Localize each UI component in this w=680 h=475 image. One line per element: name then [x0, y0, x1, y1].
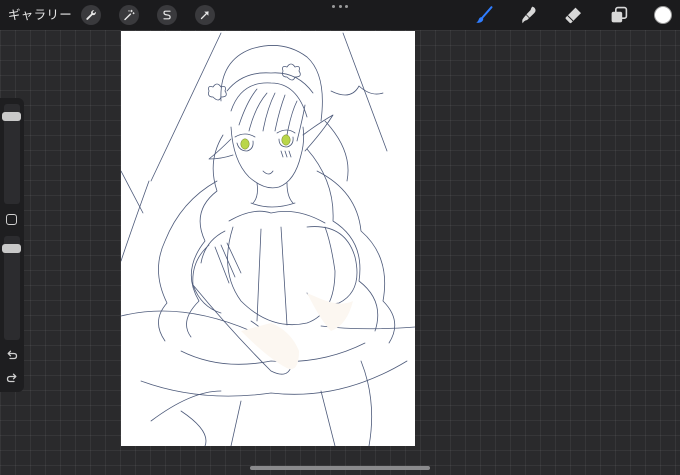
actions-button[interactable]	[81, 5, 101, 25]
dot	[345, 4, 348, 8]
selection-s-icon	[161, 9, 173, 21]
drawing-canvas[interactable]	[121, 31, 415, 446]
transform-button[interactable]	[195, 5, 215, 25]
eraser-tool-button[interactable]	[562, 4, 584, 26]
smudge-tool-button[interactable]	[518, 4, 540, 26]
layers-button[interactable]	[608, 4, 630, 26]
selection-button[interactable]	[157, 5, 177, 25]
layers-icon	[609, 5, 629, 25]
brush-tool-button[interactable]	[473, 4, 495, 26]
sketch-artwork	[121, 32, 415, 446]
wrench-icon	[85, 9, 97, 21]
eraser-icon	[563, 5, 583, 25]
left-sidebar	[0, 98, 24, 392]
gallery-button[interactable]: ギャラリー	[8, 6, 72, 24]
redo-icon	[5, 371, 19, 385]
opacity-handle[interactable]	[2, 244, 21, 253]
home-indicator	[250, 466, 430, 470]
arrow-cursor-icon	[199, 9, 211, 21]
more-options-handle[interactable]	[332, 2, 348, 10]
dot	[332, 4, 335, 8]
redo-button[interactable]	[5, 371, 19, 385]
color-picker-button[interactable]	[654, 6, 672, 24]
undo-icon	[5, 348, 19, 362]
adjustments-button[interactable]	[119, 5, 139, 25]
magic-wand-icon	[123, 9, 135, 21]
top-toolbar: ギャラリー	[0, 0, 680, 30]
brush-icon	[474, 5, 494, 25]
dot	[338, 4, 342, 8]
undo-button[interactable]	[5, 348, 19, 362]
brush-size-handle[interactable]	[2, 112, 21, 121]
smudge-icon	[519, 5, 539, 25]
modify-button[interactable]	[6, 214, 17, 225]
